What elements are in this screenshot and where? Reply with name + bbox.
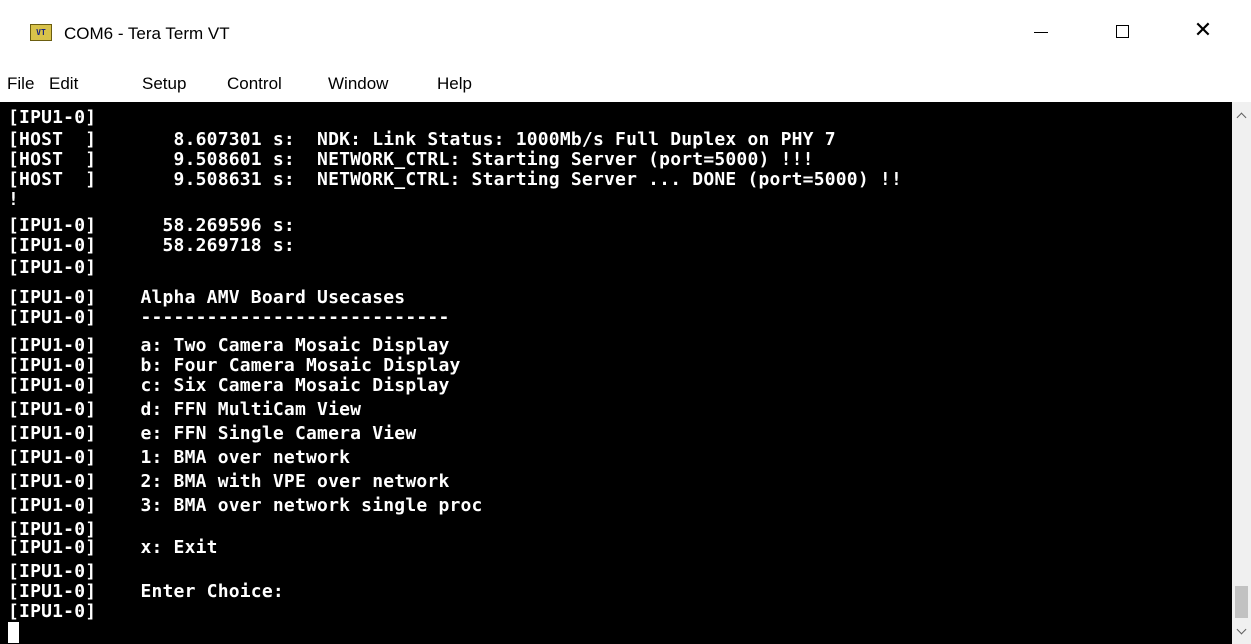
menu-window[interactable]: Window	[328, 74, 388, 94]
terminal-output[interactable]: [IPU1-0] [HOST ] 8.607301 s: NDK: Link S…	[0, 102, 1232, 644]
terminal-line: [IPU1-0]	[8, 561, 97, 582]
terminal-line: [IPU1-0] 58.269596 s:	[8, 215, 295, 236]
text-cursor	[8, 622, 19, 643]
minimize-icon	[1034, 31, 1048, 33]
close-button[interactable]: ✕	[1168, 0, 1238, 62]
terminal-line: [IPU1-0] c: Six Camera Mosaic Display	[8, 375, 450, 396]
terminal-line: [HOST ] 9.508631 s: NETWORK_CTRL: Starti…	[8, 169, 902, 190]
title-bar[interactable]: VT COM6 - Tera Term VT ✕	[0, 0, 1251, 62]
terminal-line: [IPU1-0] x: Exit	[8, 537, 218, 558]
terminal-line: [IPU1-0] 3: BMA over network single proc	[8, 495, 483, 516]
terminal-line: [IPU1-0] e: FFN Single Camera View	[8, 423, 417, 444]
scrollbar-thumb[interactable]	[1235, 586, 1248, 618]
menu-bar: File Edit Setup Control Window Help	[0, 62, 1251, 102]
menu-edit[interactable]: Edit	[49, 74, 78, 94]
close-icon: ✕	[1193, 18, 1213, 43]
terminal-line: [IPU1-0] a: Two Camera Mosaic Display	[8, 335, 450, 356]
terminal-line: !	[8, 189, 20, 210]
terminal-line: [IPU1-0] d: FFN MultiCam View	[8, 399, 362, 420]
menu-setup[interactable]: Setup	[142, 74, 186, 94]
scroll-down-arrow-icon	[1236, 624, 1247, 634]
terminal-line: [IPU1-0] b: Four Camera Mosaic Display	[8, 355, 461, 376]
scroll-up-button[interactable]	[1232, 106, 1251, 124]
maximize-icon	[1115, 24, 1129, 38]
scroll-up-arrow-icon	[1236, 112, 1247, 122]
terminal-line: [IPU1-0] Alpha AMV Board Usecases	[8, 287, 406, 308]
terminal-line: [HOST ] 8.607301 s: NDK: Link Status: 10…	[8, 129, 836, 150]
maximize-button[interactable]	[1087, 0, 1157, 62]
terminal-line: [IPU1-0]	[8, 107, 97, 128]
terminal-line: [IPU1-0] 1: BMA over network	[8, 447, 351, 468]
terminal-line: [IPU1-0]	[8, 257, 97, 278]
menu-control[interactable]: Control	[227, 74, 282, 94]
scroll-down-button[interactable]	[1232, 622, 1251, 640]
teraterm-vt-icon: VT	[30, 24, 52, 41]
menu-help[interactable]: Help	[437, 74, 472, 94]
terminal-line: [IPU1-0] 58.269718 s:	[8, 235, 295, 256]
terminal-line: [IPU1-0] 2: BMA with VPE over network	[8, 471, 450, 492]
minimize-button[interactable]	[1006, 0, 1076, 62]
terminal-line: [HOST ] 9.508601 s: NETWORK_CTRL: Starti…	[8, 149, 814, 170]
window-title: COM6 - Tera Term VT	[64, 24, 230, 43]
terminal-line: [IPU1-0] Enter Choice:	[8, 581, 284, 602]
terminal-line: [IPU1-0] ----------------------------	[8, 307, 450, 328]
menu-file[interactable]: File	[7, 74, 34, 94]
terminal-line: [IPU1-0]	[8, 601, 97, 622]
vertical-scrollbar[interactable]	[1232, 102, 1251, 644]
